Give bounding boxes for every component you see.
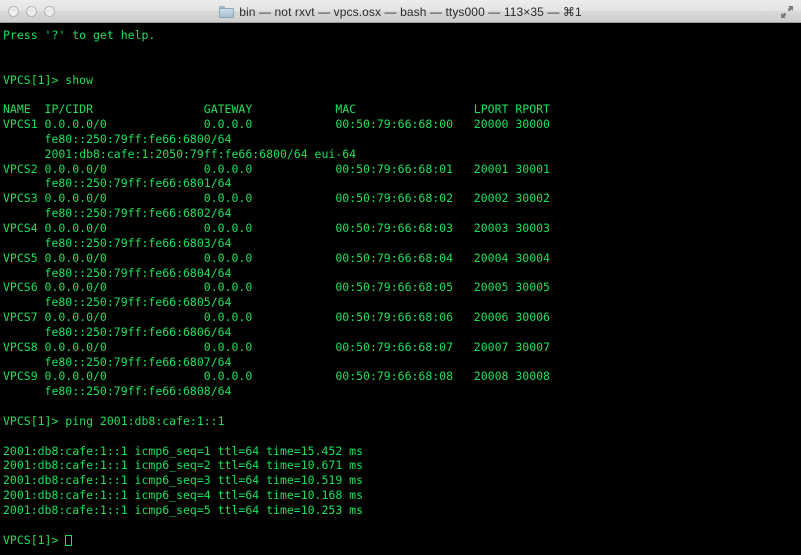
terminal-line: fe80::250:79ff:fe66:6807/64 (3, 354, 232, 369)
terminal-line: fe80::250:79ff:fe66:6800/64 (3, 131, 232, 146)
terminal-line: fe80::250:79ff:fe66:6806/64 (3, 324, 232, 339)
terminal-line: fe80::250:79ff:fe66:6801/64 (3, 176, 232, 191)
terminal-line: VPCS9 0.0.0.0/0 0.0.0.0 00:50:79:66:68:0… (3, 369, 550, 384)
terminal-line: VPCS1 0.0.0.0/0 0.0.0.0 00:50:79:66:68:0… (3, 117, 550, 132)
terminal-line: fe80::250:79ff:fe66:6803/64 (3, 235, 232, 250)
terminal-line: fe80::250:79ff:fe66:6802/64 (3, 206, 232, 221)
terminal-line: VPCS8 0.0.0.0/0 0.0.0.0 00:50:79:66:68:0… (3, 339, 550, 354)
terminal-line: VPCS4 0.0.0.0/0 0.0.0.0 00:50:79:66:68:0… (3, 220, 550, 235)
terminal-line: 2001:db8:cafe:1::1 icmp6_seq=5 ttl=64 ti… (3, 503, 364, 517)
terminal-line: VPCS2 0.0.0.0/0 0.0.0.0 00:50:79:66:68:0… (3, 161, 550, 176)
terminal-line: VPCS5 0.0.0.0/0 0.0.0.0 00:50:79:66:68:0… (3, 250, 550, 265)
minimize-button[interactable] (26, 6, 37, 17)
terminal-body[interactable]: Press '?' to get help. VPCS[1]> show NAM… (0, 23, 801, 555)
window-controls[interactable] (8, 0, 55, 23)
terminal-line: 2001:db8:cafe:1::1 icmp6_seq=1 ttl=64 ti… (3, 443, 364, 458)
window-title-group: bin — not rxvt — vpcs.osx — bash — ttys0… (0, 0, 801, 23)
expand-arrows-icon[interactable] (780, 5, 794, 19)
window-title: bin — not rxvt — vpcs.osx — bash — ttys0… (239, 4, 582, 19)
terminal-line: NAME IP/CIDR GATEWAY MAC LPORT RPORT (3, 102, 550, 117)
terminal-line: VPCS7 0.0.0.0/0 0.0.0.0 00:50:79:66:68:0… (3, 310, 550, 325)
terminal-line: Press '?' to get help. (3, 28, 156, 42)
terminal-line: VPCS[1]> show (3, 72, 94, 87)
terminal-line: fe80::250:79ff:fe66:6805/64 (3, 295, 232, 310)
terminal-line: 2001:db8:cafe:1::1 icmp6_seq=2 ttl=64 ti… (3, 458, 364, 473)
text-cursor[interactable] (65, 534, 73, 546)
terminal-line: 2001:db8:cafe:1::1 icmp6_seq=4 ttl=64 ti… (3, 488, 364, 503)
terminal-line: fe80::250:79ff:fe66:6804/64 (3, 265, 232, 280)
terminal-line: 2001:db8:cafe:1::1 icmp6_seq=3 ttl=64 ti… (3, 473, 364, 488)
close-button[interactable] (8, 6, 19, 17)
terminal-line: VPCS3 0.0.0.0/0 0.0.0.0 00:50:79:66:68:0… (3, 191, 550, 206)
zoom-button[interactable] (44, 6, 55, 17)
terminal-window: bin — not rxvt — vpcs.osx — bash — ttys0… (0, 0, 801, 555)
prompt-label: VPCS[1]> (3, 532, 66, 547)
terminal-screen: Press '?' to get help. VPCS[1]> show NAM… (3, 28, 801, 548)
terminal-line: VPCS[1]> ping 2001:db8:cafe:1::1 (3, 413, 225, 428)
terminal-prompt-line: VPCS[1]> (3, 533, 801, 548)
terminal-line: VPCS6 0.0.0.0/0 0.0.0.0 00:50:79:66:68:0… (3, 280, 550, 295)
terminal-line: fe80::250:79ff:fe66:6808/64 (3, 384, 232, 399)
window-titlebar[interactable]: bin — not rxvt — vpcs.osx — bash — ttys0… (0, 0, 801, 23)
terminal-line: 2001:db8:cafe:1:2050:79ff:fe66:6800/64 e… (3, 146, 357, 161)
folder-icon (219, 5, 235, 18)
